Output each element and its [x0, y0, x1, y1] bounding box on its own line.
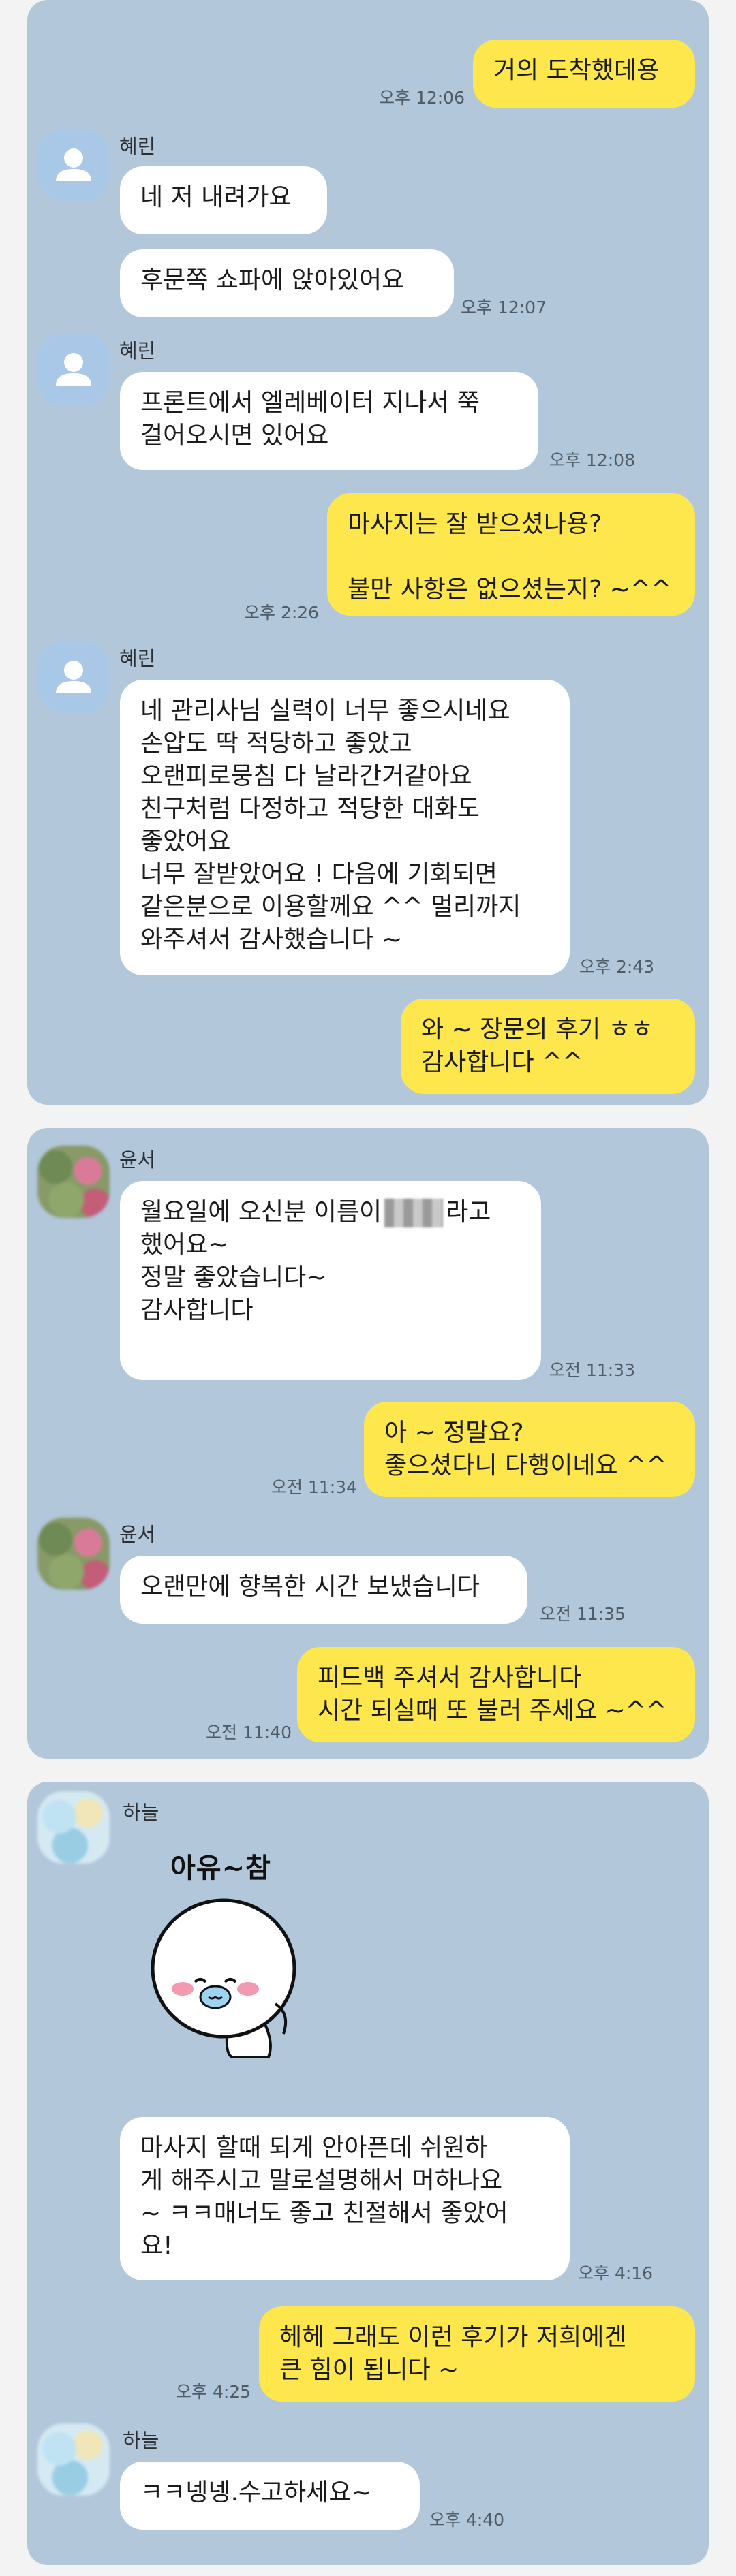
sender-name: 하늘 — [123, 2429, 159, 2452]
message-text: 라고 — [446, 1198, 491, 1226]
chat-screenshot-1: 거의 도착했데용 오후 12:06 혜린 네 저 내려가요 후문쪽 쇼파에 앉아… — [27, 0, 709, 1105]
my-message[interactable]: 헤헤 그래도 이런 후기가 저희에겐 큰 힘이 됩니다 ~ — [259, 2306, 695, 2402]
blurred-avatar[interactable] — [37, 2423, 110, 2496]
sender-name: 혜린 — [119, 647, 156, 670]
their-message[interactable]: 월요일에 오신분 이름이 라고 했어요~ 정말 좋았습니다~ 감사합니다 — [120, 1181, 541, 1380]
their-message[interactable]: 오랜만에 향복한 시간 보냈습니다 — [120, 1556, 527, 1624]
sticker-face-icon — [151, 1898, 296, 2058]
default-profile-icon[interactable] — [37, 129, 110, 202]
my-message[interactable]: 거의 도착했데용 — [473, 40, 695, 108]
blurred-avatar[interactable] — [37, 1791, 110, 1864]
chat-screenshot-3: 하늘 아유~참 마사지 할때 되게 안아픈데 쉬원하 게 해주시고 말로설명해서… — [27, 1782, 709, 2565]
redacted-name — [384, 1199, 444, 1227]
message-line: 월요일에 오신분 이름이 라고 — [140, 1196, 521, 1229]
blurred-avatar[interactable] — [37, 1146, 110, 1218]
default-profile-icon[interactable] — [37, 334, 110, 406]
sender-name: 하늘 — [123, 1801, 159, 1824]
message-time: 오전 11:35 — [540, 1604, 626, 1624]
their-message[interactable]: 프론트에서 엘레베이터 지나서 쭉 걸어오시면 있어요 — [120, 372, 538, 470]
their-message[interactable]: 마사지 할때 되게 안아픈데 쉬원하 게 해주시고 말로설명해서 머하나요 ~ … — [120, 2117, 570, 2280]
blurred-avatar[interactable] — [37, 1518, 110, 1590]
my-message[interactable]: 피드백 주셔서 감사합니다 시간 되실때 또 불러 주세요 ~^^ — [297, 1647, 695, 1742]
message-time: 오후 12:06 — [379, 88, 465, 108]
my-message[interactable]: 와 ~ 장문의 후기 ㅎㅎ 감사합니다 ^^ — [401, 999, 695, 1094]
message-time: 오후 4:16 — [578, 2263, 654, 2283]
sender-name: 혜린 — [119, 339, 156, 362]
default-profile-icon[interactable] — [37, 642, 110, 714]
message-time: 오후 4:25 — [176, 2382, 251, 2402]
their-message[interactable]: 네 관리사님 실력이 너무 좋으시네요 손압도 딱 적당하고 좋았고 오랜피로뭉… — [120, 680, 570, 975]
their-message[interactable]: 후문쪽 쇼파에 앉아있어요 — [120, 249, 454, 317]
sender-name: 윤서 — [119, 1523, 156, 1546]
emoticon-sticker[interactable]: 아유~참 — [147, 1846, 324, 2058]
message-time: 오후 12:07 — [461, 298, 547, 317]
their-message[interactable]: ㅋㅋ넹넹.수고하세요~ — [120, 2462, 420, 2530]
sender-name: 윤서 — [119, 1148, 156, 1172]
message-time: 오전 11:33 — [549, 1360, 635, 1380]
message-time: 오후 12:08 — [549, 450, 635, 470]
message-time: 오전 11:40 — [206, 1723, 292, 1742]
chat-screenshot-2: 윤서 월요일에 오신분 이름이 라고 했어요~ 정말 좋았습니다~ 감사합니다 오… — [27, 1128, 709, 1759]
message-time: 오후 2:26 — [244, 603, 320, 623]
my-message[interactable]: 마사지는 잘 받으셨나용? 불만 사항은 없으셨는지? ~^^ — [327, 493, 695, 616]
message-time: 오후 4:40 — [429, 2510, 505, 2530]
message-time: 오후 2:43 — [579, 957, 655, 977]
message-time: 오전 11:34 — [271, 1477, 357, 1497]
sender-name: 혜린 — [119, 135, 156, 158]
my-message[interactable]: 아 ~ 정말요? 좋으셨다니 다행이네요 ^^ — [364, 1402, 695, 1497]
message-text: 월요일에 오신분 이름이 — [140, 1198, 382, 1226]
their-message[interactable]: 네 저 내려가요 — [120, 166, 327, 234]
message-text: 했어요~ 정말 좋았습니다~ 감사합니다 — [140, 1231, 327, 1324]
